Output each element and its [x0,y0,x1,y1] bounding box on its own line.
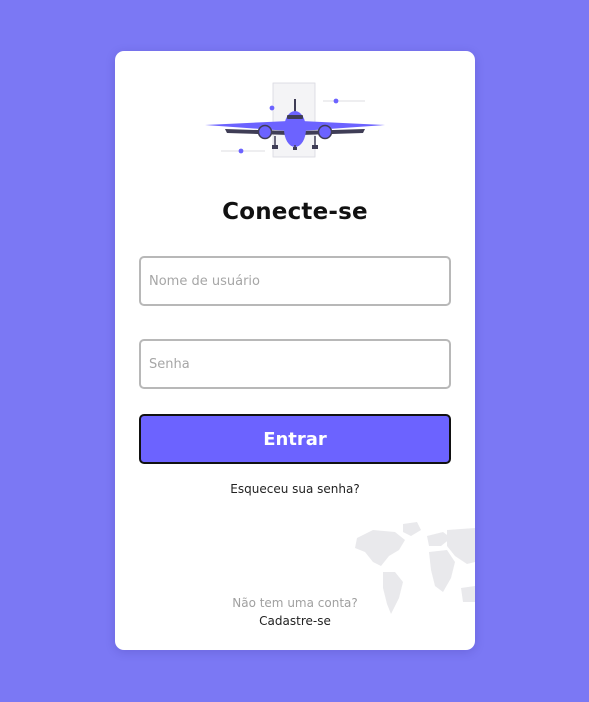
password-input[interactable] [139,339,451,389]
login-card: Conecte-se Entrar Esqueceu sua senha? Nã… [115,51,475,650]
signup-link[interactable]: Cadastre-se [115,614,475,628]
forgot-password-link[interactable]: Esqueceu sua senha? [115,482,475,496]
login-button[interactable]: Entrar [139,414,451,464]
no-account-text: Não tem uma conta? [232,596,358,610]
username-input[interactable] [139,256,451,306]
page-title: Conecte-se [222,199,368,225]
airplane-illustration [205,82,385,158]
